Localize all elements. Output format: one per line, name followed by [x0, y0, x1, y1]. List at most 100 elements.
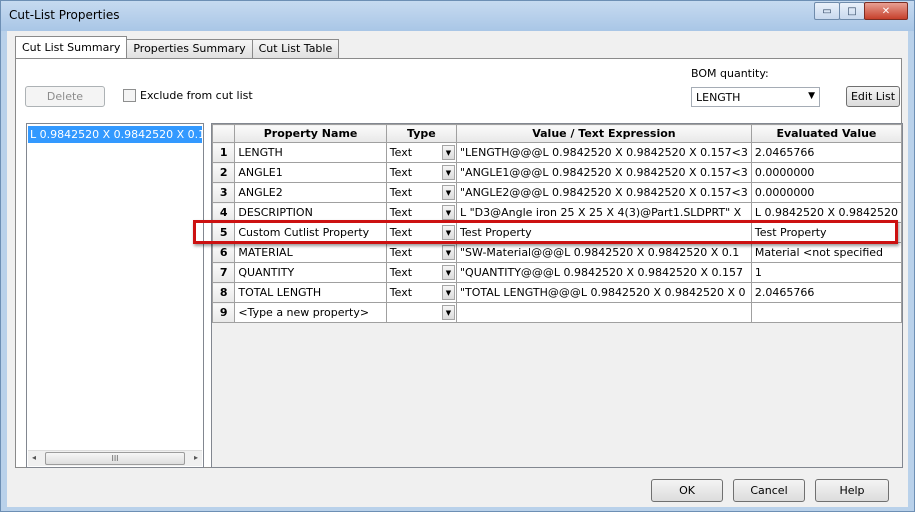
dropdown-arrow-icon[interactable]: ▼ [441, 185, 455, 200]
type-cell[interactable]: Text ▼ [385, 142, 457, 163]
dropdown-arrow-icon[interactable]: ▼ [441, 165, 455, 180]
table-row[interactable]: 1 LENGTH Text ▼ "LENGTH@@@L 0.9842520 X 0… [212, 142, 902, 163]
type-cell[interactable]: Text ▼ [385, 262, 457, 283]
scroll-left-icon[interactable]: ◂ [32, 453, 36, 462]
evaluated-cell: 2.0465766 [750, 282, 902, 303]
table-row[interactable]: 2 ANGLE1 Text ▼ "ANGLE1@@@L 0.9842520 X 0… [212, 162, 902, 183]
type-cell[interactable]: Text ▼ [385, 202, 457, 223]
value-cell[interactable]: "ANGLE1@@@L 0.9842520 X 0.9842520 X 0.15… [455, 162, 752, 183]
tab-properties-summary[interactable]: Properties Summary [126, 39, 253, 58]
row-number[interactable]: 4 [212, 202, 236, 223]
value-cell[interactable]: "TOTAL LENGTH@@@L 0.9842520 X 0.9842520 … [455, 282, 752, 303]
chevron-down-icon: ▼ [808, 91, 815, 101]
dropdown-arrow-icon[interactable]: ▼ [441, 285, 455, 300]
close-button[interactable]: ✕ [864, 2, 908, 20]
property-name-cell[interactable]: Custom Cutlist Property [234, 222, 387, 243]
delete-button[interactable]: Delete [25, 86, 105, 107]
table-row-custom-cutlist-property[interactable]: 5 Custom Cutlist Property Text ▼ Test Pro… [212, 222, 902, 243]
dropdown-arrow-icon[interactable]: ▼ [441, 245, 455, 260]
dropdown-arrow-icon[interactable]: ▼ [441, 225, 455, 240]
table-row[interactable]: 8 TOTAL LENGTH Text ▼ "TOTAL LENGTH@@@L 0… [212, 282, 902, 303]
table-row[interactable]: 7 QUANTITY Text ▼ "QUANTITY@@@L 0.9842520… [212, 262, 902, 283]
scroll-thumb[interactable]: III [45, 452, 185, 465]
header-corner [212, 124, 236, 143]
header-evaluated-value[interactable]: Evaluated Value [750, 124, 902, 143]
dropdown-arrow-icon[interactable]: ▼ [441, 205, 455, 220]
ok-button[interactable]: OK [651, 479, 723, 502]
value-cell[interactable]: L "D3@Angle iron 25 X 25 X 4(3)@Part1.SL… [455, 202, 752, 223]
row-number[interactable]: 1 [212, 142, 236, 163]
row-number[interactable]: 5 [212, 222, 236, 243]
type-cell[interactable]: Text ▼ [385, 182, 457, 203]
row-number[interactable]: 7 [212, 262, 236, 283]
maximize-icon: □ [847, 5, 857, 17]
row-number[interactable]: 3 [212, 182, 236, 203]
property-name-cell[interactable]: TOTAL LENGTH [234, 282, 387, 303]
cut-list-items-listbox[interactable]: L 0.9842520 X 0.9842520 X 0.157<3 ◂ III … [26, 123, 204, 468]
type-value: Text [389, 286, 413, 299]
row-number[interactable]: 2 [212, 162, 236, 183]
exclude-label: Exclude from cut list [140, 89, 253, 102]
bom-quantity-select[interactable]: LENGTH ▼ [691, 87, 820, 107]
property-name-cell[interactable]: MATERIAL [234, 242, 387, 263]
type-value: Text [389, 166, 413, 179]
header-property-name[interactable]: Property Name [234, 124, 387, 143]
type-value: Text [389, 186, 413, 199]
table-row-new-property[interactable]: 9 <Type a new property> ▼ [212, 302, 902, 323]
property-name-cell[interactable]: ANGLE2 [234, 182, 387, 203]
maximize-button[interactable]: □ [839, 2, 865, 20]
header-value[interactable]: Value / Text Expression [455, 124, 752, 143]
minimize-icon: ▭ [822, 5, 832, 17]
cancel-button[interactable]: Cancel [733, 479, 805, 502]
evaluated-cell: L 0.9842520 X 0.9842520 [750, 202, 902, 223]
value-cell[interactable]: Test Property [455, 222, 752, 243]
type-cell[interactable]: Text ▼ [385, 282, 457, 303]
type-cell[interactable]: Text ▼ [385, 162, 457, 183]
evaluated-cell: 0.0000000 [750, 182, 902, 203]
dropdown-arrow-icon[interactable]: ▼ [441, 145, 455, 160]
scroll-right-icon[interactable]: ▸ [194, 453, 198, 462]
checkbox-box[interactable] [123, 89, 136, 102]
exclude-from-cut-list-checkbox[interactable]: Exclude from cut list [123, 89, 253, 102]
type-cell[interactable]: Text ▼ [385, 222, 457, 243]
evaluated-cell: Test Property [750, 222, 902, 243]
cut-list-item-selected[interactable]: L 0.9842520 X 0.9842520 X 0.157<3 [28, 126, 202, 143]
minimize-button[interactable]: ▭ [814, 2, 840, 20]
bom-quantity-value: LENGTH [696, 90, 741, 104]
dropdown-arrow-icon[interactable]: ▼ [441, 265, 455, 280]
dialog-body: Cut List Summary Properties Summary Cut … [7, 31, 908, 507]
evaluated-cell: 1 [750, 262, 902, 283]
horizontal-scrollbar[interactable]: ◂ III ▸ [28, 450, 202, 466]
row-number[interactable]: 6 [212, 242, 236, 263]
title-bar[interactable]: Cut-List Properties ▭ □ ✕ [1, 1, 914, 31]
new-property-name-cell[interactable]: <Type a new property> [234, 302, 387, 323]
value-cell[interactable]: "QUANTITY@@@L 0.9842520 X 0.9842520 X 0.… [455, 262, 752, 283]
evaluated-cell [750, 302, 902, 323]
type-value: Text [389, 226, 413, 239]
help-button[interactable]: Help [815, 479, 889, 502]
header-type[interactable]: Type [385, 124, 457, 143]
property-name-cell[interactable]: ANGLE1 [234, 162, 387, 183]
evaluated-cell: 0.0000000 [750, 162, 902, 183]
tab-cut-list-table[interactable]: Cut List Table [251, 39, 340, 58]
value-cell[interactable] [455, 302, 752, 323]
property-name-cell[interactable]: LENGTH [234, 142, 387, 163]
evaluated-cell: Material <not specified [750, 242, 902, 263]
type-cell[interactable]: Text ▼ [385, 242, 457, 263]
table-row[interactable]: 4 DESCRIPTION Text ▼ L "D3@Angle iron 25 … [212, 202, 902, 223]
type-cell[interactable]: ▼ [385, 302, 457, 323]
value-cell[interactable]: "ANGLE2@@@L 0.9842520 X 0.9842520 X 0.15… [455, 182, 752, 203]
property-name-cell[interactable]: QUANTITY [234, 262, 387, 283]
cut-list-properties-window: Cut-List Properties ▭ □ ✕ Cut List Summa… [0, 0, 915, 512]
dropdown-arrow-icon[interactable]: ▼ [441, 305, 455, 320]
property-name-cell[interactable]: DESCRIPTION [234, 202, 387, 223]
value-cell[interactable]: "SW-Material@@@L 0.9842520 X 0.9842520 X… [455, 242, 752, 263]
close-icon: ✕ [881, 5, 891, 17]
table-row[interactable]: 3 ANGLE2 Text ▼ "ANGLE2@@@L 0.9842520 X 0… [212, 182, 902, 203]
tab-cut-list-summary[interactable]: Cut List Summary [15, 36, 128, 58]
edit-list-button[interactable]: Edit List [846, 86, 900, 107]
value-cell[interactable]: "LENGTH@@@L 0.9842520 X 0.9842520 X 0.15… [455, 142, 752, 163]
row-number[interactable]: 8 [212, 282, 236, 303]
table-row[interactable]: 6 MATERIAL Text ▼ "SW-Material@@@L 0.9842… [212, 242, 902, 263]
row-number[interactable]: 9 [212, 302, 236, 323]
